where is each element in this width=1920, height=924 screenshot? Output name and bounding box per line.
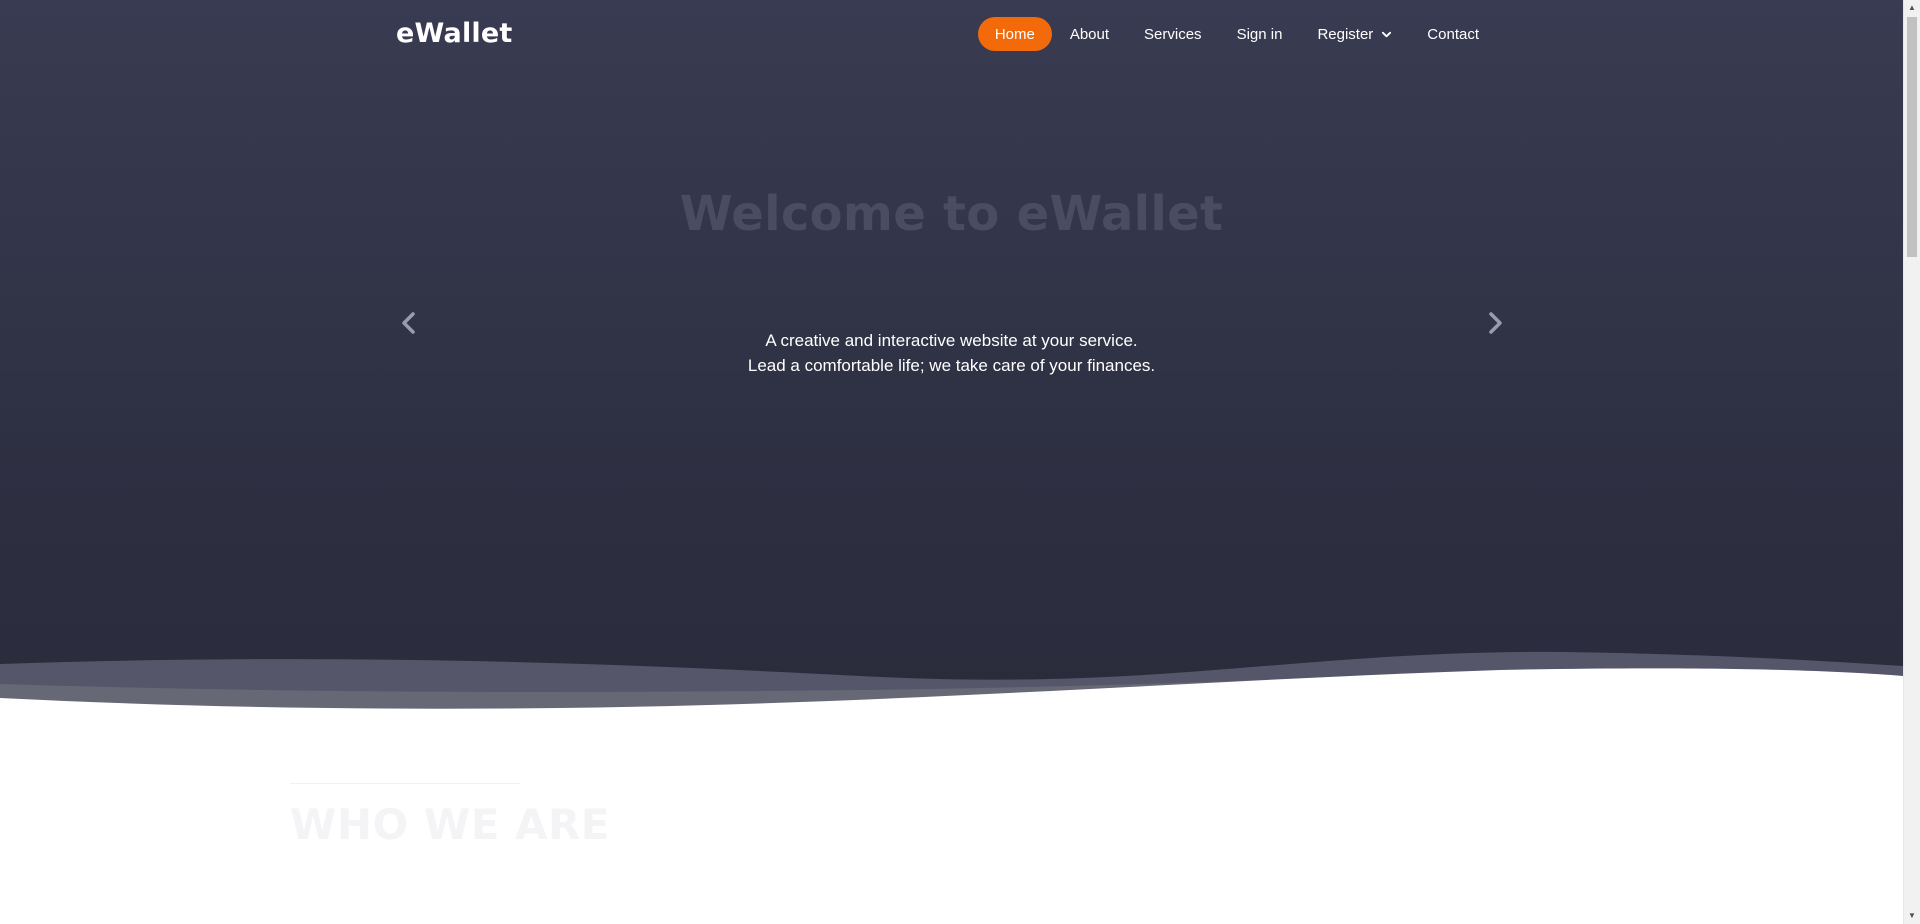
vertical-scrollbar[interactable]: ▲ ▼	[1903, 0, 1920, 924]
scrollbar-thumb[interactable]	[1907, 17, 1917, 257]
nav-register-label: Register	[1317, 25, 1374, 43]
nav-home[interactable]: Home	[977, 17, 1052, 51]
hero-subtitle-line-1: A creative and interactive website at yo…	[765, 331, 1138, 350]
nav-sign-in[interactable]: Sign in	[1220, 17, 1300, 51]
hero-subtitle-line-2: Lead a comfortable life; we take care of…	[747, 356, 1156, 375]
chevron-left-icon[interactable]	[394, 308, 424, 338]
scroll-down-arrow-icon[interactable]: ▼	[1904, 908, 1920, 924]
scroll-up-arrow-icon[interactable]: ▲	[1904, 0, 1920, 16]
wave-divider	[0, 651, 1903, 720]
hero-subtitle: A creative and interactive website at yo…	[0, 328, 1903, 378]
site-logo[interactable]: eWallet	[396, 18, 512, 49]
main-nav: Home About Services Sign in Register Con…	[977, 17, 1496, 51]
nav-about[interactable]: About	[1053, 17, 1126, 51]
nav-services[interactable]: Services	[1127, 17, 1219, 51]
chevron-right-icon[interactable]	[1480, 308, 1510, 338]
page: eWallet Home About Services Sign in Regi…	[0, 0, 1920, 924]
section-heading-who-we-are: WHO WE ARE	[290, 800, 610, 849]
hero-title: Welcome to eWallet	[679, 186, 1224, 242]
hero-banner: eWallet Home About Services Sign in Regi…	[0, 0, 1903, 720]
nav-register[interactable]: Register	[1300, 17, 1409, 51]
chevron-down-icon	[1382, 31, 1392, 37]
nav-contact[interactable]: Contact	[1410, 17, 1496, 51]
section-rule	[290, 783, 520, 784]
site-header: eWallet Home About Services Sign in Regi…	[396, 16, 1496, 52]
